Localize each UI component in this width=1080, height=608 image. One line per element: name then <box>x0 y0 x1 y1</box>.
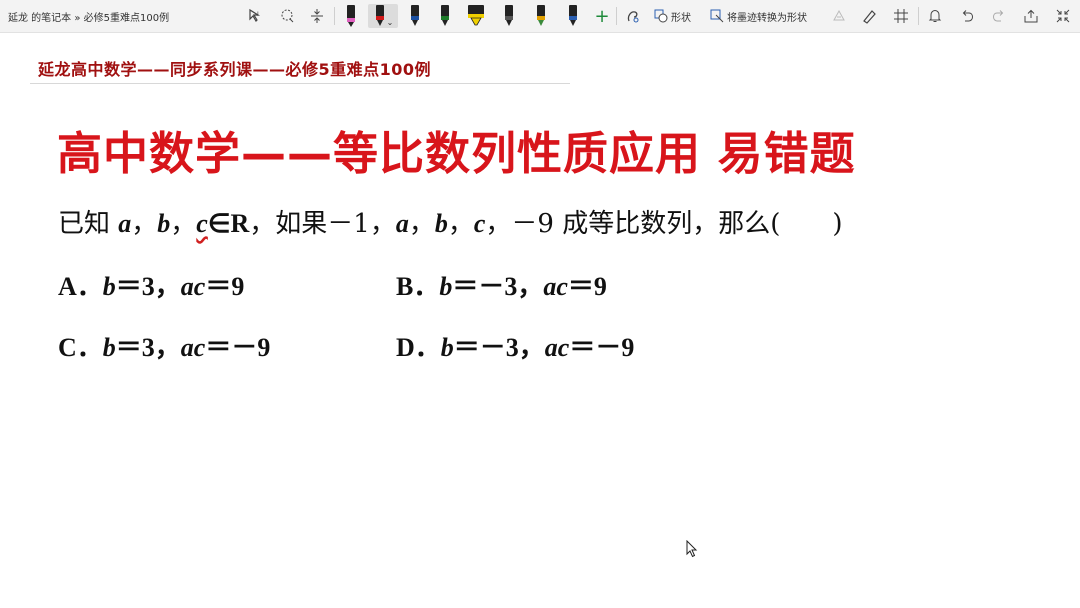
breadcrumb[interactable]: 延龙 的笔记本 » 必修5重难点100例 <box>8 9 169 24</box>
problem-mid: ，如果－1， <box>249 209 396 239</box>
var-ac: ac <box>180 272 206 301</box>
problem-prefix: 已知 <box>58 209 119 239</box>
add-pen-icon[interactable]: + <box>592 4 612 28</box>
option-value: ＝9 <box>205 272 245 301</box>
ink-to-math-icon[interactable] <box>828 4 850 28</box>
share-icon[interactable] <box>1020 4 1042 28</box>
option-a[interactable]: A．b＝3，ac＝9 <box>58 266 244 303</box>
var-c: c <box>196 209 208 238</box>
undo-icon[interactable] <box>956 4 978 28</box>
eraser-icon[interactable] <box>858 4 880 28</box>
lasso-tool-icon[interactable] <box>276 4 298 28</box>
var-b: b <box>440 333 454 362</box>
option-d[interactable]: D．b＝－3，ac＝－9 <box>396 327 634 364</box>
svg-text:I: I <box>257 11 259 18</box>
series-header: 延龙高中数学——同步系列课——必修5重难点100例 <box>38 60 432 79</box>
pen-red-icon[interactable]: ⌄ <box>368 4 398 28</box>
option-value: ＝3， <box>115 333 181 362</box>
option-c[interactable]: C．b＝3，ac＝－9 <box>58 327 270 364</box>
chevron-down-icon[interactable]: ⌄ <box>387 18 394 27</box>
var-ac: ac <box>544 333 570 362</box>
page-title: 高中数学——等比数列性质应用 易错题 <box>57 127 856 180</box>
problem-statement: 已知 a，b，c∈R，如果－1，a，b，c，－9 成等比数列，那么( ) <box>58 203 843 240</box>
var-ac: ac <box>543 272 568 301</box>
problem-sep: ， <box>447 209 474 239</box>
problem-sep: ， <box>170 209 197 239</box>
pen-blue-icon[interactable] <box>404 4 426 28</box>
option-value: ＝－3， <box>453 333 545 362</box>
ruler-icon[interactable] <box>622 4 644 28</box>
var-b: b <box>434 209 448 238</box>
option-letter: D． <box>396 333 441 362</box>
grid-icon[interactable] <box>890 4 912 28</box>
option-value: ＝3， <box>115 272 181 301</box>
var-b: b <box>102 272 116 301</box>
option-value: ＝9 <box>567 272 607 301</box>
bell-icon[interactable] <box>924 4 946 28</box>
pen-lightblue-icon[interactable] <box>562 4 584 28</box>
collapse-icon[interactable] <box>1052 4 1074 28</box>
shape-button[interactable]: 形状 <box>654 4 691 28</box>
redo-icon[interactable] <box>988 4 1010 28</box>
option-value: ＝－9 <box>205 333 271 362</box>
option-letter: A． <box>58 272 103 301</box>
option-letter: C． <box>58 333 103 362</box>
option-letter: B． <box>396 272 440 301</box>
in-R: ∈R <box>207 209 250 238</box>
option-value: ＝－3， <box>452 272 544 301</box>
var-b: b <box>157 209 171 238</box>
pen-green-icon[interactable] <box>434 4 456 28</box>
pen-orange-icon[interactable] <box>530 4 552 28</box>
option-value: ＝－9 <box>569 333 635 362</box>
var-c: c <box>473 209 486 238</box>
pen-black-icon[interactable] <box>340 4 362 28</box>
ink-to-shape-label: 将墨迹转换为形状 <box>727 12 807 24</box>
problem-sep: ， <box>131 209 158 239</box>
var-a: a <box>395 209 409 238</box>
shape-label: 形状 <box>671 12 691 24</box>
header-divider <box>30 83 570 84</box>
var-b: b <box>102 333 116 362</box>
ink-to-shape-button[interactable]: 将墨迹转换为形状 <box>710 4 807 28</box>
add-space-icon[interactable] <box>306 4 328 28</box>
note-page[interactable]: 延龙高中数学——同步系列课——必修5重难点100例 高中数学——等比数列性质应用… <box>0 33 1080 608</box>
highlighter-yellow-icon[interactable] <box>464 4 488 28</box>
lasso-select-icon[interactable]: I <box>244 4 266 28</box>
mouse-cursor-icon <box>686 539 698 562</box>
option-b[interactable]: B．b＝－3，ac＝9 <box>396 266 607 303</box>
pen-dark-icon[interactable] <box>498 4 520 28</box>
problem-sep: ， <box>408 209 435 239</box>
ribbon-toolbar: 延龙 的笔记本 » 必修5重难点100例 I ⌄ + 形状 将墨迹转换为形状 <box>0 0 1080 33</box>
var-a: a <box>118 209 132 238</box>
problem-tail: ，－9 成等比数列，那么( ) <box>485 209 843 239</box>
var-ac: ac <box>180 333 206 362</box>
var-b: b <box>439 272 453 301</box>
